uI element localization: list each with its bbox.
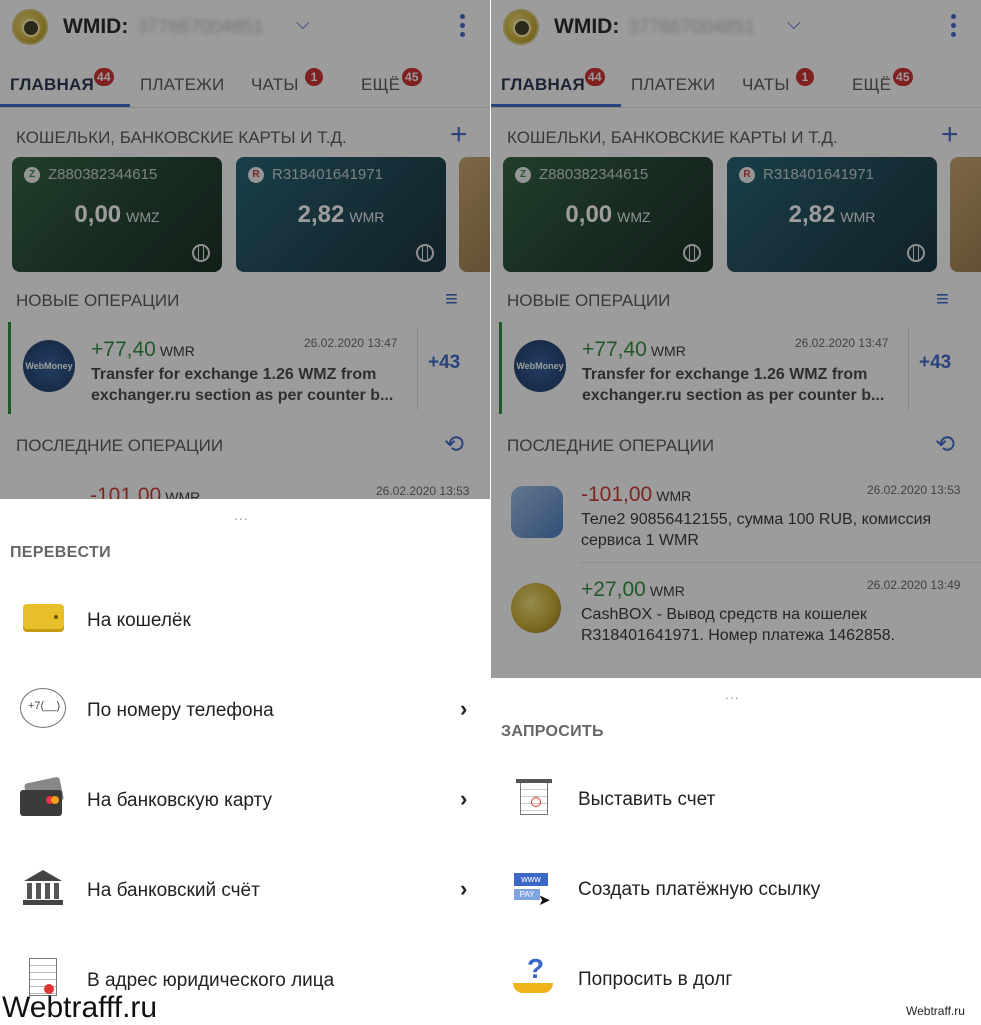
pay-label: PAY — [514, 889, 540, 900]
row-label: Выставить счет — [578, 789, 716, 810]
sheet-title: ПЕРЕВЕСТИ — [10, 544, 111, 561]
bank-card-icon — [20, 776, 66, 818]
watermark-right: Webtraff.ru — [906, 1004, 965, 1018]
row-label: На банковскую карту — [87, 790, 272, 811]
row-label: В адрес юридического лица — [87, 970, 335, 991]
www-label: www — [514, 873, 548, 886]
row-label: Создать платёжную ссылку — [578, 879, 821, 900]
bank-building-icon — [20, 868, 66, 908]
request-bottom-sheet: ... ЗАПРОСИТЬ Выставить счет www PAY ➤ Соз… — [491, 678, 981, 1024]
payment-link-icon: www PAY ➤ — [511, 867, 557, 909]
question-mark: ? — [527, 953, 545, 984]
row-label: На кошелёк — [87, 610, 191, 631]
create-payment-link[interactable]: www PAY ➤ Создать платёжную ссылку — [491, 843, 981, 933]
watermark-left: Webtrafff.ru — [2, 991, 158, 1024]
invoice-icon — [511, 777, 557, 817]
chevron-right-icon: › — [460, 696, 468, 721]
phone-icon-text: +7(__) — [28, 700, 61, 712]
wallet-icon — [20, 598, 66, 638]
transfer-to-bank-account[interactable]: На банковский счёт › — [0, 844, 490, 934]
cursor-icon: ➤ — [538, 892, 551, 909]
transfer-by-phone[interactable]: +7(__) По номеру телефона › — [0, 664, 490, 754]
transfer-bottom-sheet: ... ПЕРЕВЕСТИ На кошелёк +7(__) По номер… — [0, 499, 490, 1024]
transfer-to-wallet[interactable]: На кошелёк — [0, 574, 490, 664]
phone-number-icon: +7(__) — [20, 688, 66, 728]
chevron-right-icon: › — [460, 786, 468, 811]
loan-request-icon: ? — [511, 953, 557, 997]
row-label: По номеру телефона — [87, 700, 274, 721]
issue-invoice[interactable]: Выставить счет — [491, 753, 981, 843]
chevron-right-icon: › — [460, 876, 468, 901]
row-label: На банковский счёт — [87, 880, 260, 901]
transfer-to-bank-card[interactable]: На банковскую карту › — [0, 754, 490, 844]
left-screenshot: WMID: 377667004851 ⌵ ГЛАВНАЯ 44 ПЛАТЕЖИ Ч… — [0, 0, 490, 1024]
sheet-grip[interactable]: ... — [234, 507, 249, 523]
sheet-title: ЗАПРОСИТЬ — [501, 723, 604, 740]
row-label: Попросить в долг — [578, 969, 733, 990]
sheet-grip[interactable]: ... — [725, 686, 740, 702]
right-screenshot: WMID: 377667004851 ⌵ ГЛАВНАЯ 44 ПЛАТЕЖИ Ч… — [491, 0, 981, 1024]
